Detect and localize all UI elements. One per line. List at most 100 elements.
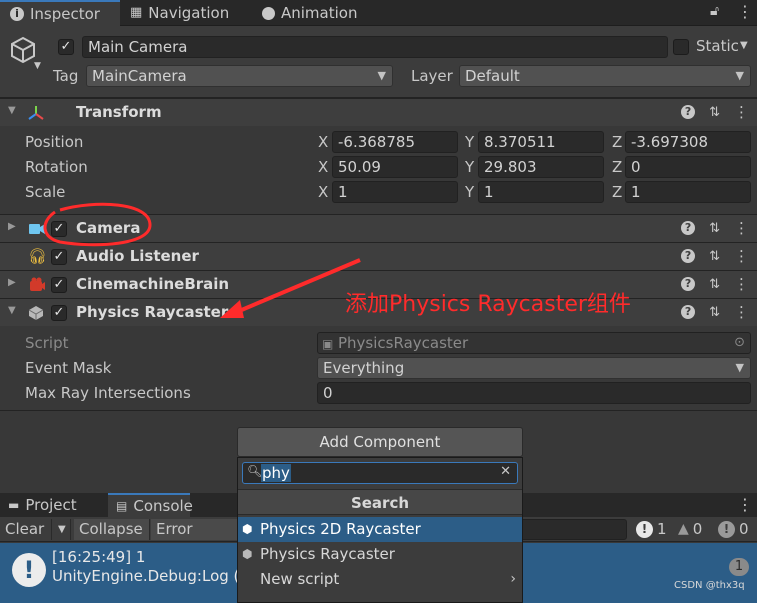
info-count-toggle[interactable]: ! 1: [636, 520, 667, 538]
tab-navigation[interactable]: ▦ Navigation: [130, 0, 229, 26]
error-icon: !: [718, 520, 735, 538]
position-z-field[interactable]: -3.697308: [625, 131, 751, 153]
max-ray-field[interactable]: 0: [317, 382, 751, 404]
info-count: 1: [657, 520, 667, 538]
error-count-toggle[interactable]: ! 0: [718, 520, 749, 538]
more-options-icon[interactable]: ⋮: [734, 103, 749, 121]
rotation-y-field[interactable]: 29.803: [478, 156, 604, 178]
divider: [0, 410, 757, 411]
annotation-arrow: [231, 258, 361, 316]
component-search-input[interactable]: 🔍︎ phy ✕: [242, 462, 518, 484]
layer-dropdown[interactable]: Default ▼: [459, 65, 751, 87]
lock-icon[interactable]: 🔓︎: [710, 3, 719, 19]
search-icon: 🔍︎: [247, 464, 263, 478]
chevron-down-icon: ▼: [377, 69, 386, 82]
tab-project[interactable]: ▬ Project: [8, 493, 77, 517]
result-physics-2d-raycaster[interactable]: ⬢ Physics 2D Raycaster: [238, 517, 522, 542]
add-component-popup: 🔍︎ phy ✕ Search ⬢ Physics 2D Raycaster ⬢…: [237, 457, 523, 603]
position-label: Position: [25, 133, 84, 151]
preset-icon[interactable]: ⇅: [709, 105, 720, 120]
physics-raycaster-body: Script ▣ PhysicsRaycaster ⊙ Event Mask E…: [0, 326, 757, 410]
log-count-badge: 1: [729, 558, 749, 576]
axis-y-label: Y: [465, 133, 475, 151]
position-x-field[interactable]: -6.368785: [332, 131, 458, 153]
layer-label: Layer: [411, 67, 453, 85]
static-checkbox[interactable]: [673, 39, 689, 55]
warning-icon: ▲: [678, 521, 689, 537]
max-ray-label: Max Ray Intersections: [25, 384, 191, 402]
position-y-field[interactable]: 8.370511: [478, 131, 604, 153]
transform-header[interactable]: ▼ Transform ? ⇅ ⋮: [0, 98, 757, 126]
gameobject-name-field[interactable]: Main Camera: [82, 36, 668, 58]
watermark: CSDN @thx3q: [674, 580, 745, 591]
axis-z-label: Z: [612, 158, 623, 176]
clear-search-icon[interactable]: ✕: [500, 464, 511, 479]
warning-count-toggle[interactable]: ▲ 0: [678, 520, 702, 538]
more-options-icon[interactable]: ⋮: [737, 2, 753, 21]
script-file-icon: ▣: [322, 337, 334, 351]
annotation-text: 添加Physics Raycaster组件: [345, 292, 631, 317]
annotation-circle: [43, 202, 152, 247]
event-mask-dropdown[interactable]: Everything ▼: [317, 357, 751, 379]
result-label: New script: [260, 570, 340, 588]
search-query: phy: [261, 464, 291, 482]
result-physics-raycaster[interactable]: ⬢ Physics Raycaster: [238, 542, 522, 567]
active-checkbox[interactable]: ✓: [58, 39, 74, 55]
chevron-down-icon: ▼: [735, 361, 744, 374]
tab-animation[interactable]: Animation: [262, 0, 357, 26]
chevron-right-icon: ›: [510, 571, 516, 587]
script-field[interactable]: ▣ PhysicsRaycaster ⊙: [317, 332, 751, 354]
tab-navigation-label: Navigation: [148, 4, 230, 22]
annotation-arrowhead: [220, 300, 244, 318]
more-options-icon[interactable]: ⋮: [737, 495, 753, 514]
event-mask-label: Event Mask: [25, 359, 112, 377]
script-value: PhysicsRaycaster: [338, 334, 469, 352]
tab-project-label: Project: [25, 496, 77, 514]
navigation-icon: ▦: [130, 5, 143, 20]
axis-x-label: X: [318, 133, 329, 151]
clear-button[interactable]: Clear: [0, 519, 52, 540]
result-label: Physics 2D Raycaster: [260, 520, 421, 538]
tab-animation-label: Animation: [281, 4, 358, 22]
rotation-label: Rotation: [25, 158, 88, 176]
transform-title: Transform: [76, 103, 162, 121]
axis-x-label: X: [318, 158, 329, 176]
window-tab-bar: i Inspector ▦ Navigation Animation 🔓︎ ⋮: [0, 0, 757, 26]
static-label[interactable]: Static: [696, 37, 739, 55]
raycaster-icon: ⬢: [242, 522, 253, 536]
help-icon[interactable]: ?: [681, 105, 696, 119]
tag-value: MainCamera: [92, 67, 187, 85]
info-bubble-icon: !: [636, 520, 653, 538]
clear-options-caret-icon[interactable]: ▼: [53, 519, 71, 540]
result-new-script[interactable]: New script ›: [238, 567, 522, 592]
tab-inspector[interactable]: i Inspector: [0, 0, 120, 26]
event-mask-value: Everything: [323, 359, 405, 377]
result-label: Physics Raycaster: [260, 545, 395, 563]
console-search-input[interactable]: [520, 519, 627, 540]
transform-axes-icon: [28, 106, 44, 120]
fold-open-icon[interactable]: ▼: [8, 105, 16, 116]
search-header: Search: [238, 489, 522, 515]
raycaster-icon: ⬢: [242, 547, 253, 561]
script-label: Script: [25, 334, 69, 352]
animation-icon: [262, 6, 275, 20]
tab-inspector-label: Inspector: [30, 5, 100, 23]
collapse-button[interactable]: Collapse: [74, 519, 150, 540]
rotation-x-field[interactable]: 50.09: [332, 156, 458, 178]
icon-dropdown-caret[interactable]: ▼: [34, 61, 41, 71]
tag-label: Tag: [53, 67, 79, 85]
object-picker-icon[interactable]: ⊙: [734, 333, 745, 353]
static-caret-icon[interactable]: ▼: [740, 40, 748, 51]
log-line-1: [16:25:49] 1: [52, 548, 146, 566]
log-line-2: UnityEngine.Debug:Log (o: [52, 567, 249, 585]
info-bubble-icon: !: [12, 553, 46, 587]
rotation-z-field[interactable]: 0: [625, 156, 751, 178]
axis-y-label: Y: [465, 158, 475, 176]
tab-console[interactable]: ▤ Console: [108, 493, 193, 517]
tag-dropdown[interactable]: MainCamera ▼: [86, 65, 393, 87]
folder-icon: ▬: [8, 498, 20, 512]
gameobject-header: ▼ ✓ Main Camera Static ▼ Tag MainCamera …: [0, 26, 757, 98]
error-pause-button[interactable]: Error Pause: [151, 519, 241, 559]
axis-z-label: Z: [612, 133, 623, 151]
add-component-button[interactable]: Add Component: [237, 427, 523, 457]
